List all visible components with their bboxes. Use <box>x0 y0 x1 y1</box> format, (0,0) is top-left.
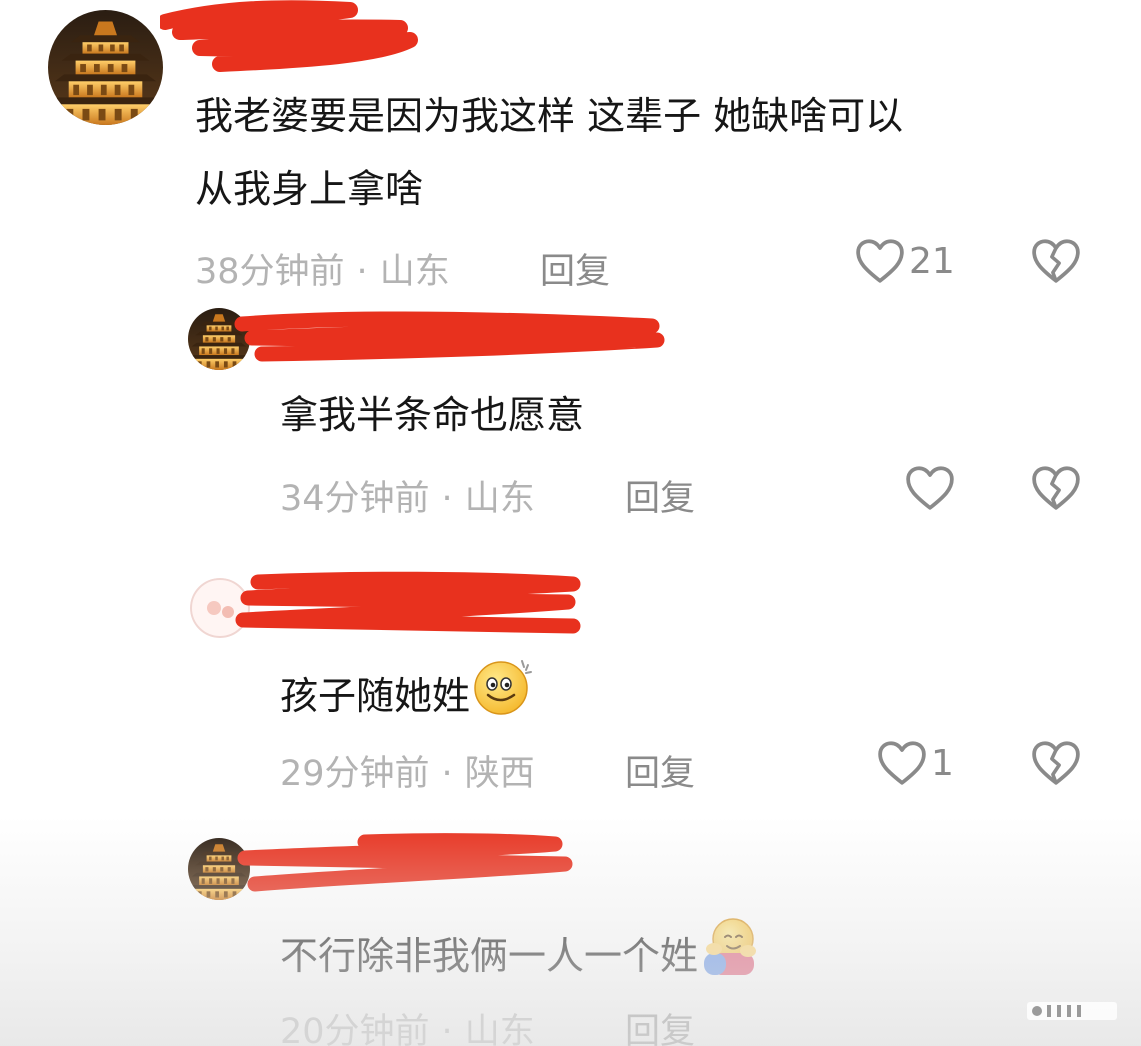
comment-text: 拿我半条命也愿意 <box>280 393 585 437</box>
comment-text-content: 孩子随她姓 <box>280 674 471 718</box>
comment-thread: 我老婆要是因为我这样 这辈子 她缺啥可以 从我身上拿啥 38分钟前 · 山东 回复 … <box>0 0 1141 1046</box>
smiling-face-emoji-icon <box>474 660 533 715</box>
broken-heart-icon <box>1031 740 1081 786</box>
separator: · <box>441 1012 453 1046</box>
location: 陕西 <box>464 754 535 794</box>
comment-text: 从我身上拿啥 <box>195 167 424 211</box>
reply-button[interactable]: 回复 <box>625 745 695 796</box>
comment-text: 不行除非我俩一人一个姓 <box>280 915 762 989</box>
dislike-button[interactable] <box>1031 238 1081 288</box>
like-button[interactable] <box>905 465 959 511</box>
pagoda-avatar-icon <box>48 10 163 125</box>
like-button[interactable]: 1 <box>877 740 954 786</box>
comment-meta: 34分钟前 · 山东 <box>280 470 535 521</box>
comment-text-content: 不行除非我俩一人一个姓 <box>280 934 699 978</box>
avatar[interactable] <box>48 10 163 125</box>
watermark-icon <box>1027 1002 1117 1020</box>
comment-meta: 20分钟前 · 山东 <box>280 1003 535 1046</box>
comment-text: 我老婆要是因为我这样 这辈子 她缺啥可以 <box>195 94 904 138</box>
separator: · <box>356 252 368 292</box>
location: 山东 <box>464 1012 535 1046</box>
dislike-button[interactable] <box>1031 740 1081 790</box>
comment-meta: 29分钟前 · 陕西 <box>280 745 535 796</box>
reply-button[interactable]: 回复 <box>540 243 610 294</box>
heart-outline-icon <box>905 465 955 511</box>
heart-outline-icon <box>877 740 927 786</box>
redacted-username <box>235 571 581 634</box>
hugging-face-emoji-icon <box>704 918 757 975</box>
like-count: 21 <box>909 240 955 282</box>
location: 山东 <box>464 479 535 519</box>
reply-button[interactable]: 回复 <box>625 470 695 521</box>
redacted-username <box>237 833 573 892</box>
heart-outline-icon <box>855 238 905 284</box>
broken-heart-icon <box>1031 465 1081 511</box>
separator: · <box>441 479 453 519</box>
broken-heart-icon <box>1031 238 1081 284</box>
timestamp: 34分钟前 <box>280 479 430 519</box>
redacted-username <box>234 311 665 362</box>
like-count: 1 <box>931 742 954 784</box>
dislike-button[interactable] <box>1031 465 1081 515</box>
comment-text: 孩子随她姓 <box>280 655 534 729</box>
redacted-username <box>160 0 418 72</box>
like-button[interactable]: 21 <box>855 238 955 284</box>
timestamp: 20分钟前 <box>280 1012 430 1046</box>
timestamp: 29分钟前 <box>280 754 430 794</box>
location: 山东 <box>379 252 450 292</box>
timestamp: 38分钟前 <box>195 252 345 292</box>
separator: · <box>441 754 453 794</box>
reply-button[interactable]: 回复 <box>625 1003 695 1046</box>
comment-meta: 38分钟前 · 山东 <box>195 243 450 294</box>
